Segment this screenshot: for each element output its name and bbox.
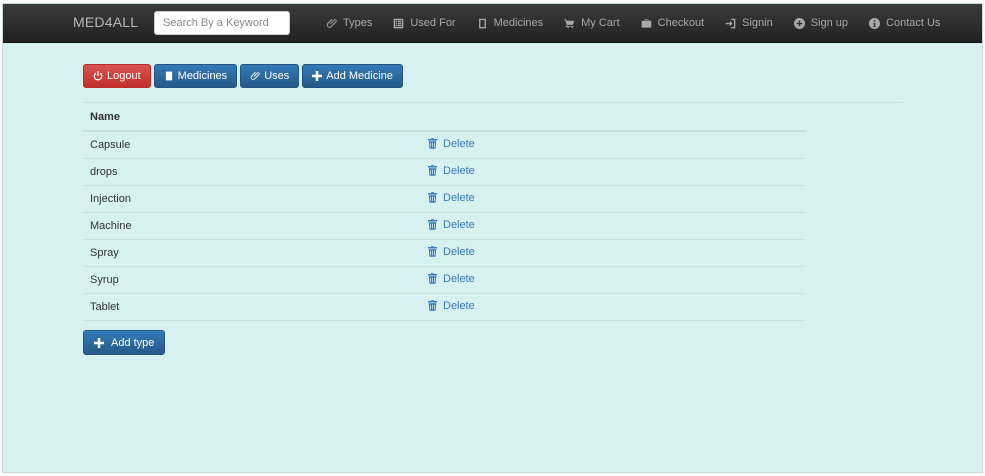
trash-icon: [428, 192, 437, 203]
paperclip-icon: [250, 71, 260, 80]
nav-used-for-label: Used For: [410, 17, 456, 29]
types-table: Name Capsule Delete drops Delete Injection De…: [83, 103, 806, 321]
delete-label: Delete: [443, 245, 475, 258]
delete-link[interactable]: Delete: [428, 273, 475, 285]
action-cell: Delete: [421, 158, 806, 186]
table-row: Capsule Delete: [83, 131, 806, 159]
nav-signin[interactable]: Signin: [725, 17, 773, 29]
delete-link[interactable]: Delete: [428, 246, 475, 258]
type-name: Tablet: [83, 293, 421, 321]
nav-types-label: Types: [343, 17, 373, 29]
delete-label: Delete: [443, 299, 475, 312]
delete-label: Delete: [443, 164, 475, 177]
briefcase-icon: [641, 18, 651, 28]
plus-icon: [312, 71, 323, 81]
app-frame: MED4ALL Types Used For Medicines My Cart: [2, 3, 983, 473]
nav-my-cart[interactable]: My Cart: [564, 17, 620, 29]
logout-button[interactable]: Logout: [83, 64, 151, 88]
table-row: Tablet Delete: [83, 293, 806, 321]
login-icon: [725, 18, 736, 28]
brand-logo[interactable]: MED4ALL: [73, 14, 138, 30]
table-row: Machine Delete: [83, 212, 806, 240]
nav-medicines-label: Medicines: [493, 17, 544, 29]
action-cell: Delete: [421, 212, 806, 240]
uses-label: Uses: [264, 70, 290, 82]
delete-link[interactable]: Delete: [428, 219, 475, 231]
power-icon: [93, 71, 103, 81]
name-column-header: Name: [83, 103, 421, 132]
nav-types[interactable]: Types: [326, 17, 372, 29]
type-name: Machine: [83, 212, 421, 240]
add-medicine-button[interactable]: Add Medicine: [302, 64, 403, 88]
delete-link[interactable]: Delete: [428, 192, 475, 204]
action-column-header: [421, 103, 806, 132]
action-cell: Delete: [421, 239, 806, 267]
nav-contact-us[interactable]: Contact Us: [869, 17, 940, 29]
type-name: Injection: [83, 185, 421, 213]
action-cell: Delete: [421, 293, 806, 321]
book-icon: [478, 18, 486, 28]
logout-label: Logout: [107, 70, 141, 82]
book-icon: [165, 71, 172, 81]
action-toolbar: Logout Medicines Uses Add Medicine: [83, 64, 406, 88]
trash-icon: [428, 273, 437, 284]
plus-icon: [94, 337, 104, 348]
table-header-row: Name: [83, 103, 806, 132]
action-cell: Delete: [421, 266, 806, 294]
add-type-label: Add type: [111, 336, 155, 349]
add-type-button[interactable]: Add type: [83, 330, 166, 355]
type-name: Syrup: [83, 266, 421, 294]
table-row: drops Delete: [83, 158, 806, 186]
type-name: drops: [83, 158, 421, 186]
delete-link[interactable]: Delete: [428, 138, 475, 150]
trash-icon: [428, 165, 437, 176]
medicines-label: Medicines: [177, 70, 228, 82]
nav-signin-label: Signin: [742, 17, 773, 29]
table-row: Spray Delete: [83, 239, 806, 267]
nav-menu: Types Used For Medicines My Cart Checkou…: [326, 4, 961, 42]
paperclip-icon: [326, 18, 337, 28]
nav-contact-us-label: Contact Us: [886, 17, 941, 29]
table-row: Syrup Delete: [83, 266, 806, 294]
delete-label: Delete: [443, 272, 475, 285]
type-name: Capsule: [83, 131, 421, 159]
action-cell: Delete: [421, 185, 806, 213]
delete-label: Delete: [443, 218, 475, 231]
trash-icon: [428, 300, 437, 311]
cart-icon: [564, 18, 575, 28]
delete-link[interactable]: Delete: [428, 300, 475, 312]
list-icon: [394, 18, 404, 28]
action-cell: Delete: [421, 131, 806, 159]
type-name: Spray: [83, 239, 421, 267]
trash-icon: [428, 219, 437, 230]
nav-sign-up[interactable]: Sign up: [793, 17, 849, 29]
table-row: Injection Delete: [83, 185, 806, 213]
delete-label: Delete: [443, 137, 475, 150]
info-icon: [869, 17, 881, 29]
trash-icon: [428, 138, 437, 149]
nav-sign-up-label: Sign up: [810, 17, 849, 29]
nav-medicines[interactable]: Medicines: [477, 17, 544, 29]
search-input[interactable]: [154, 11, 290, 35]
top-navbar: MED4ALL Types Used For Medicines My Cart: [3, 4, 982, 43]
nav-my-cart-label: My Cart: [581, 17, 620, 29]
plus-circle-icon: [793, 17, 805, 29]
uses-button[interactable]: Uses: [240, 64, 300, 88]
add-medicine-label: Add Medicine: [326, 70, 393, 82]
trash-icon: [428, 246, 437, 257]
nav-used-for[interactable]: Used For: [393, 17, 456, 29]
nav-checkout[interactable]: Checkout: [641, 17, 704, 29]
delete-label: Delete: [443, 191, 475, 204]
delete-link[interactable]: Delete: [428, 165, 475, 177]
medicines-button[interactable]: Medicines: [153, 64, 238, 88]
nav-checkout-label: Checkout: [657, 17, 705, 29]
